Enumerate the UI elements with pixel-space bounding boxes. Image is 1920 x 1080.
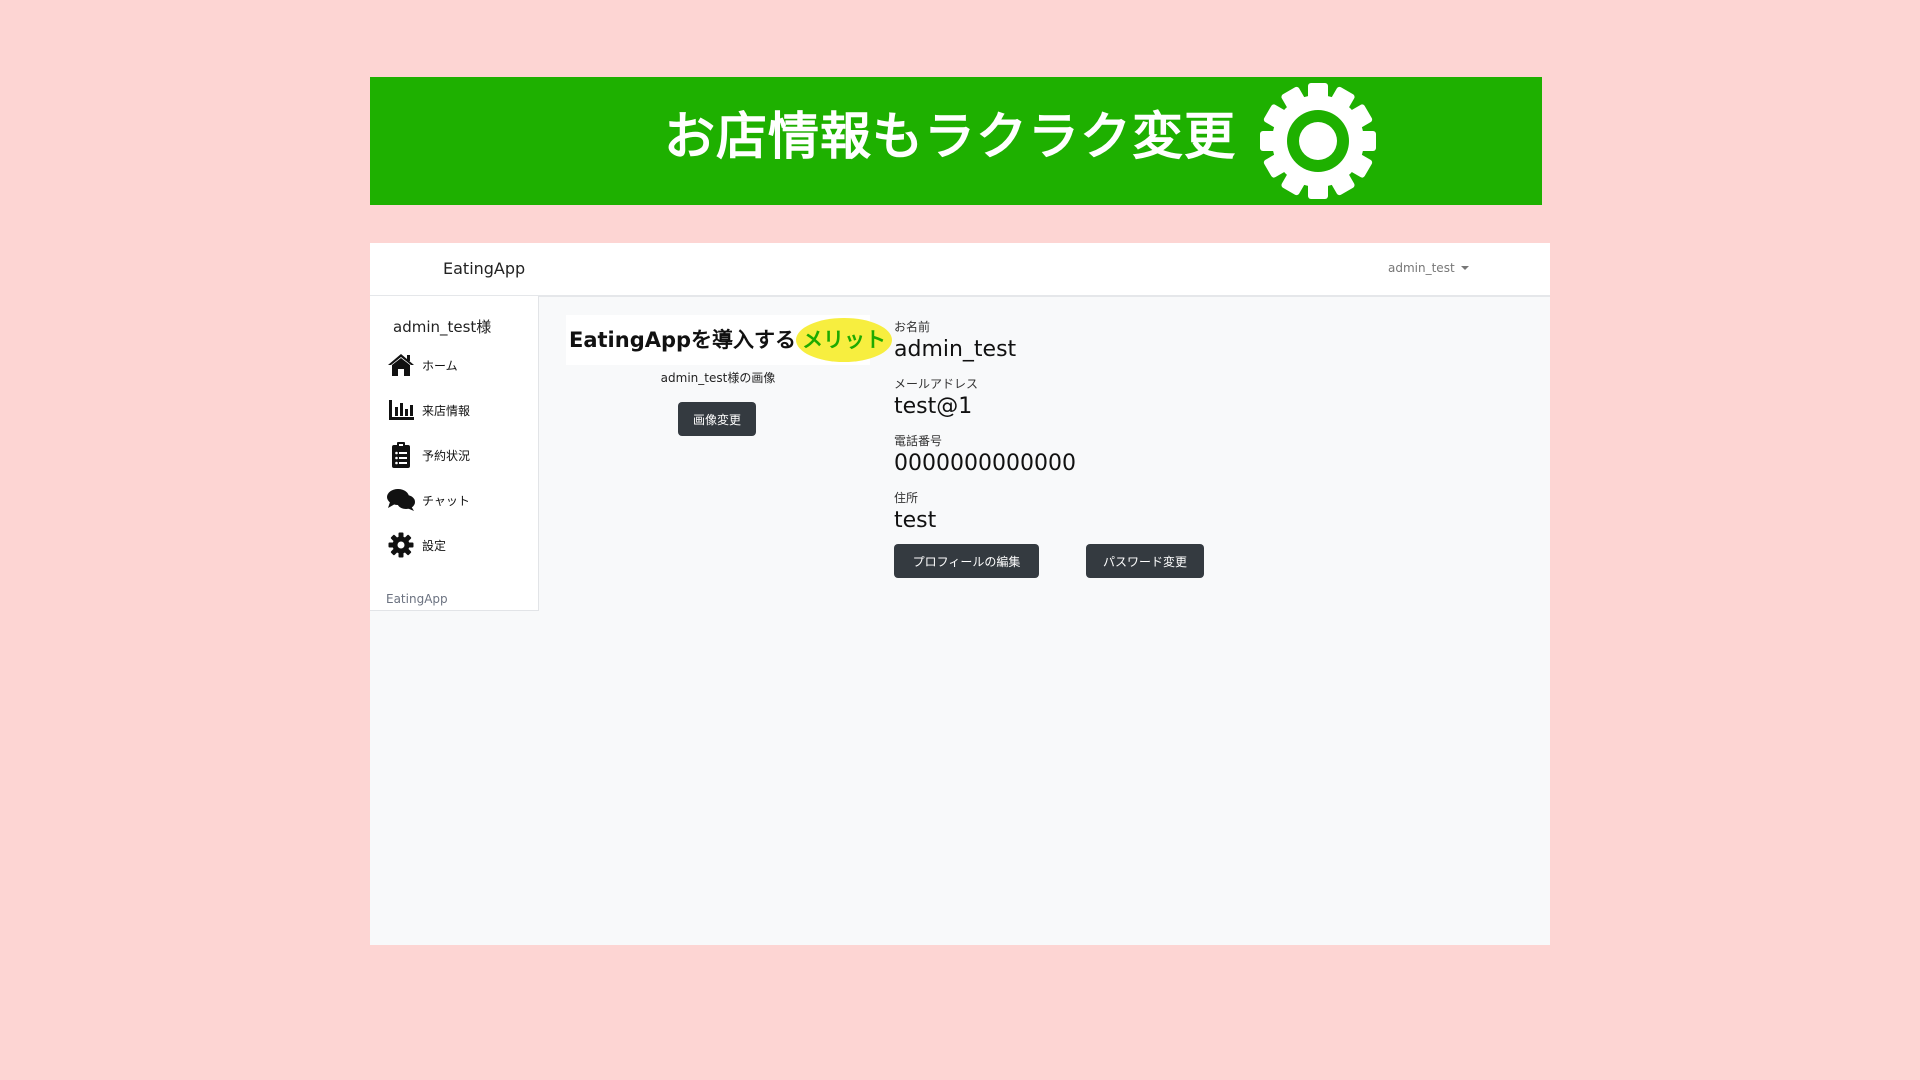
banner-title: お店情報もラクラク変更: [664, 108, 1237, 167]
sidebar-item-chat[interactable]: チャット: [386, 485, 526, 515]
sidebar: admin_test様 ホーム 来店情報 予約状況 チャット 設定 Eating…: [370, 296, 539, 611]
user-dropdown-label: admin_test: [1388, 261, 1455, 275]
top-navbar: EatingApp admin_test: [370, 243, 1550, 297]
merit-highlight: メリット: [796, 318, 893, 362]
clipboard-icon: [386, 441, 416, 469]
caret-down-icon: [1460, 266, 1469, 270]
image-change-button[interactable]: 画像変更: [678, 402, 756, 436]
home-icon: [386, 351, 416, 379]
gear-icon: [386, 531, 416, 559]
sidebar-item-label: 設定: [422, 538, 447, 553]
navbar-brand[interactable]: EatingApp: [443, 259, 525, 278]
promo-banner: お店情報もラクラク変更: [370, 77, 1542, 205]
sidebar-item-home[interactable]: ホーム: [386, 350, 526, 380]
phone-label: 電話番号: [894, 434, 943, 448]
merit-banner-image: EatingAppを導入する メリット: [566, 315, 893, 365]
sidebar-item-label: 来店情報: [422, 403, 471, 418]
address-value: test: [894, 508, 937, 533]
user-dropdown[interactable]: admin_test: [1388, 261, 1469, 275]
chat-icon: [386, 486, 416, 514]
bar-chart-icon: [386, 396, 416, 424]
sidebar-item-label: ホーム: [422, 358, 458, 373]
sidebar-footer: EatingApp: [386, 592, 448, 606]
name-label: お名前: [894, 320, 931, 334]
image-caption: admin_test様の画像: [660, 371, 776, 385]
sidebar-item-visit-info[interactable]: 来店情報: [386, 395, 526, 425]
phone-value: 0000000000000: [894, 451, 1076, 476]
sidebar-item-label: 予約状況: [422, 448, 471, 463]
gear-icon: [1260, 83, 1376, 199]
sidebar-item-reservations[interactable]: 予約状況: [386, 440, 526, 470]
merit-text: EatingAppを導入する: [569, 328, 797, 352]
change-password-button[interactable]: パスワード変更: [1086, 544, 1204, 578]
name-value: admin_test: [894, 337, 1017, 362]
sidebar-user-greeting: admin_test様: [393, 318, 492, 336]
app-window: EatingApp admin_test admin_test様 ホーム 来店情…: [370, 243, 1550, 945]
address-label: 住所: [894, 491, 919, 505]
sidebar-item-settings[interactable]: 設定: [386, 530, 526, 560]
edit-profile-button[interactable]: プロフィールの編集: [894, 544, 1039, 578]
sidebar-item-label: チャット: [422, 493, 470, 508]
email-value: test@1: [894, 394, 973, 419]
email-label: メールアドレス: [894, 377, 979, 391]
